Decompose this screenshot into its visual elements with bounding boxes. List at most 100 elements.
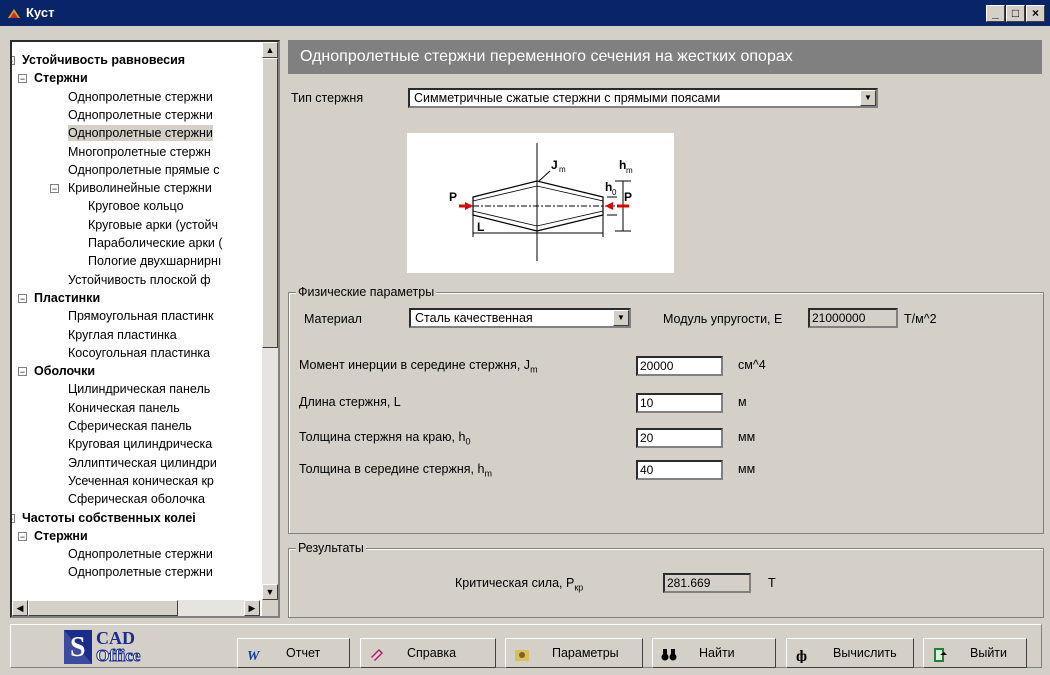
tree-item[interactable]: Круглая пластинка (68, 327, 177, 343)
tree-vertical-scrollbar[interactable]: ▲ ▼ (262, 42, 278, 600)
tree-item[interactable]: Пологие двухшарнирнı (88, 253, 221, 269)
tree-item[interactable]: Круговое кольцо (88, 198, 184, 214)
param-input[interactable]: 20 (636, 428, 723, 448)
scroll-right-button[interactable]: ▶ (244, 600, 260, 616)
h0-subscript: 0 (612, 188, 617, 197)
binoculars-icon (661, 645, 677, 661)
tree-expander-icon[interactable]: − (50, 184, 59, 194)
hm-subscript: m (626, 166, 633, 175)
tree-item[interactable]: Частоты собственных колеі (22, 510, 196, 526)
material-label: Материал (304, 312, 362, 326)
toolbar-button-2[interactable]: Параметры (505, 638, 643, 668)
svg-text:ф: ф (796, 648, 807, 663)
param-input[interactable]: 20000 (636, 356, 723, 376)
param-label: Толщина стержня на краю, h0 (299, 430, 470, 447)
tree-expander-icon[interactable]: − (18, 293, 27, 303)
toolbar-button-1[interactable]: Справка (360, 638, 496, 668)
tree-expander-icon[interactable]: − (18, 367, 27, 377)
tree-item[interactable]: Оболочки (34, 363, 95, 379)
tree-item[interactable]: Косоугольная пластинка (68, 345, 210, 361)
physical-params-title: Физические параметры (296, 285, 437, 299)
modulus-label: Модуль упругости, E (663, 312, 783, 326)
tapered-bar-drawing: P P J m h m h 0 L (449, 143, 633, 261)
tree-item[interactable]: Устойчивость равновесия (22, 52, 185, 68)
force-p-right-label: P (624, 190, 632, 204)
navigation-tree[interactable]: −Устойчивость равновесия−СтержниОднопрол… (10, 40, 280, 618)
critical-force-unit: Т (768, 576, 776, 590)
toolbar-button-0[interactable]: W Отчет (237, 638, 350, 668)
force-p-left-label: P (449, 190, 457, 204)
scroll-thumb[interactable] (262, 58, 278, 348)
tree-item[interactable]: Однопролетные прямые с (68, 162, 219, 178)
tree-item[interactable]: Цилиндрическая панель (68, 381, 210, 397)
page-title: Однопролетные стержни переменного сечени… (288, 40, 1042, 74)
material-select[interactable]: Сталь качественная ▼ (409, 308, 631, 328)
tree-horizontal-scrollbar[interactable]: ◀ ▶ (12, 600, 260, 616)
param-input[interactable]: 10 (636, 393, 723, 413)
param-unit: мм (738, 430, 756, 444)
tree-item[interactable]: Однопролетные стержни (68, 564, 213, 580)
tree-item[interactable]: Параболические арки ( (88, 235, 223, 251)
param-subscript: m (530, 364, 538, 375)
svg-text:W: W (247, 649, 261, 663)
scroll-left-button[interactable]: ◀ (12, 600, 28, 616)
critical-force-subscript: кр (574, 582, 584, 593)
toolbar-button-label: Справка (407, 646, 457, 660)
chevron-down-icon[interactable]: ▼ (860, 90, 876, 106)
toolbar-button-5[interactable]: Выйти (923, 638, 1027, 668)
tree-expander-icon[interactable]: − (18, 74, 27, 84)
window-title: Куст (26, 5, 55, 20)
scad-office-logo: S CAD Office (60, 628, 190, 666)
tree-item[interactable]: Стержни (34, 70, 88, 86)
tree-expander-icon[interactable]: − (18, 531, 27, 541)
tree-item[interactable]: Пластинки (34, 290, 100, 306)
physical-params-group (288, 292, 1044, 534)
param-input[interactable]: 40 (636, 460, 723, 480)
tree-item[interactable]: Эллиптическая цилиндри (68, 455, 217, 471)
toolbar-button-label: Выйти (970, 646, 1008, 660)
title-bar: Куст _ □ × (0, 0, 1050, 26)
tree-expander-icon[interactable]: − (12, 56, 15, 66)
tree-item[interactable]: Коническая панель (68, 400, 180, 416)
scroll-down-button[interactable]: ▼ (262, 584, 278, 600)
close-button[interactable]: × (1026, 5, 1045, 22)
param-label: Длина стержня, L (299, 395, 401, 409)
tree-item[interactable]: Однопролетные стержни (68, 546, 213, 562)
tree-item[interactable]: Однопролетные стержни (68, 107, 213, 123)
minimize-button[interactable]: _ (986, 5, 1005, 22)
tree-item[interactable]: Сферическая панель (68, 418, 192, 434)
modulus-unit: Т/м^2 (904, 312, 937, 326)
tree-item[interactable]: Круговая цилиндрическа (68, 436, 212, 452)
hscroll-thumb[interactable] (28, 600, 178, 616)
tree-expander-icon[interactable]: − (12, 513, 15, 523)
modulus-field: 21000000 (808, 308, 898, 328)
tree-item[interactable]: Стержни (34, 528, 88, 544)
critical-force-text: Критическая сила, P (455, 576, 575, 590)
toolbar-button-label: Параметры (552, 646, 619, 660)
toolbar-button-4[interactable]: ф Вычислить (786, 638, 914, 668)
maximize-button[interactable]: □ (1006, 5, 1025, 22)
chevron-down-icon[interactable]: ▼ (613, 310, 629, 326)
tree-item[interactable]: Прямоугольная пластинк (68, 308, 213, 324)
results-title: Результаты (296, 541, 366, 555)
tree-item[interactable]: Многопролетные стержн (68, 144, 211, 160)
tree-item[interactable]: Криволинейные стержни (68, 180, 212, 196)
scroll-up-button[interactable]: ▲ (262, 42, 278, 58)
critical-force-value: 281.669 (663, 573, 751, 593)
material-select-value: Сталь качественная (415, 311, 533, 325)
tree-item[interactable]: Устойчивость плоской ф (68, 272, 211, 288)
toolbar-button-3[interactable]: Найти (652, 638, 776, 668)
tree-item[interactable]: Сферическая оболочка (68, 491, 205, 507)
tree-item[interactable]: Однопролетные стержни (68, 125, 213, 142)
calculate-icon: ф (795, 645, 811, 665)
type-select[interactable]: Симметричные сжатые стержни с прямыми по… (408, 88, 878, 108)
tree-item[interactable]: Круговые арки (устойч (88, 217, 218, 233)
tree-item[interactable]: Усеченная коническая кр (68, 473, 214, 489)
type-select-value: Симметричные сжатые стержни с прямыми по… (414, 91, 721, 105)
tree-item[interactable]: Однопролетные стержни (68, 89, 213, 105)
exit-icon (932, 645, 948, 662)
toolbar-button-label: Отчет (286, 646, 321, 660)
param-subscript: 0 (465, 436, 471, 447)
logo-bottom-text: Office (95, 646, 141, 666)
type-label: Тип стержня (291, 91, 364, 105)
